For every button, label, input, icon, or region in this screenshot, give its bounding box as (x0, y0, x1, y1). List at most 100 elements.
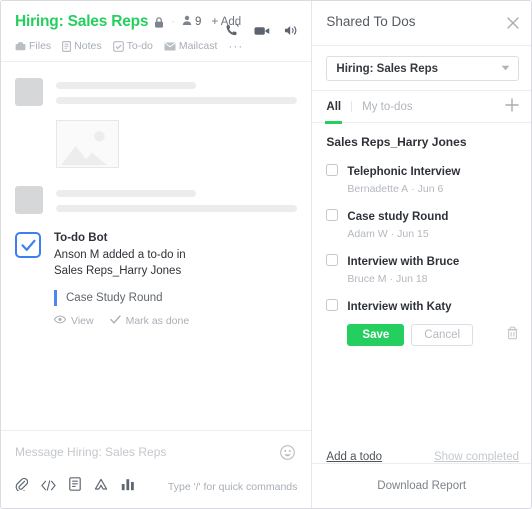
chat-message-list: To-do Bot Anson M added a to-do in Sales… (1, 62, 311, 430)
todo-meta: Bruce M · Jun 18 (347, 273, 519, 285)
list-item[interactable]: Telephonic Interview Bernadette A · Jun 6 (326, 162, 519, 195)
todo-checkbox[interactable] (326, 164, 339, 176)
skeleton-line (56, 205, 298, 212)
code-icon[interactable] (41, 478, 56, 496)
mark-as-done-label: Mark as done (125, 315, 190, 327)
skeleton-lines (56, 186, 298, 214)
todo-panel-header: Shared To Dos (312, 1, 531, 46)
todo-label[interactable]: Interview with Katy (347, 301, 451, 313)
check-icon (109, 315, 121, 327)
shared-todos-panel: Shared To Dos Hiring: Sales Reps All My … (312, 1, 531, 508)
skeleton-image-placeholder (56, 120, 119, 168)
tab-all[interactable]: All (325, 91, 342, 124)
list-item[interactable]: Interview with Bruce Bruce M · Jun 18 (326, 252, 519, 285)
lock-icon (154, 16, 164, 28)
video-icon[interactable] (254, 24, 270, 42)
chevron-down-icon (501, 64, 510, 73)
chat-panel: Hiring: Sales Reps · 9 + Add Files Notes… (1, 1, 313, 508)
list-item-editing[interactable]: Interview with Katy Save Cancel (326, 297, 519, 346)
composer-tools (15, 477, 135, 496)
todo-checkbox[interactable] (326, 254, 339, 266)
drive-icon[interactable] (94, 478, 108, 496)
smiley-icon[interactable] (280, 445, 296, 465)
call-icon[interactable] (225, 23, 240, 43)
todo-label: Interview with Bruce (347, 256, 460, 268)
checkbox-checked-icon (15, 232, 41, 258)
todo-label: Telephonic Interview (347, 166, 461, 178)
bot-name: To-do Bot (54, 232, 108, 244)
tab-divider (351, 101, 353, 112)
list-item[interactable]: Case study Round Adam W · Jun 15 (326, 207, 519, 240)
todo-panel-title: Shared To Dos (326, 14, 416, 29)
project-select-value: Hiring: Sales Reps (336, 62, 439, 75)
bot-message: To-do Bot Anson M added a to-do in Sales… (15, 228, 297, 327)
chat-header: Hiring: Sales Reps · 9 + Add Files Notes… (1, 1, 312, 62)
app-window: Hiring: Sales Reps · 9 + Add Files Notes… (0, 0, 532, 509)
download-report-bar[interactable]: Download Report (312, 463, 531, 508)
todo-text: Interview with Bruce Bruce M · Jun 18 (347, 252, 519, 285)
subnav-label: Notes (74, 40, 102, 52)
project-select[interactable]: Hiring: Sales Reps (326, 56, 519, 81)
todo-meta: Bernadette A · Jun 6 (347, 183, 519, 195)
save-button[interactable]: Save (347, 324, 405, 346)
bot-quoted-todo: Case Study Round (54, 290, 297, 306)
skeleton-line (56, 97, 298, 104)
member-count: 9 (195, 16, 202, 28)
meta-dot: · (411, 183, 415, 195)
todo-label: Case study Round (347, 211, 449, 223)
todo-checkbox[interactable] (326, 299, 339, 311)
todo-tabs: All My to-dos (312, 91, 531, 124)
add-a-todo-button[interactable]: Add a todo (326, 451, 382, 463)
mark-as-done-button[interactable]: Mark as done (109, 315, 190, 327)
skeleton-message (15, 78, 298, 106)
member-count-group[interactable]: 9 (182, 13, 201, 31)
todo-group-title: Sales Reps_Harry Jones (326, 135, 467, 149)
tab-my-todos[interactable]: My to-dos (362, 91, 413, 123)
plus-icon[interactable] (505, 98, 519, 115)
quick-commands-hint: Type '/' for quick commands (167, 480, 298, 493)
skeleton-line (56, 190, 197, 197)
skeleton-message (15, 186, 298, 214)
cancel-button[interactable]: Cancel (411, 324, 474, 346)
message-input[interactable]: Message Hiring: Sales Reps (15, 445, 297, 459)
todo-list-footer: Add a todo Show completed (312, 443, 531, 463)
todo-edit-actions: Save Cancel (347, 324, 519, 346)
bot-actions: View Mark as done (54, 315, 297, 327)
close-icon[interactable] (507, 14, 519, 33)
page-title: Hiring: Sales Reps (15, 13, 149, 30)
files-icon (15, 41, 26, 51)
subnav-item-todo[interactable]: To-do (112, 40, 153, 52)
todo-text: Interview with Katy Save Cancel (347, 297, 519, 346)
todo-text: Telephonic Interview Bernadette A · Jun 6 (347, 162, 519, 195)
project-select-wrap: Hiring: Sales Reps (312, 46, 531, 91)
download-report-label: Download Report (377, 480, 467, 492)
eye-icon (54, 315, 66, 327)
speaker-icon[interactable] (284, 24, 299, 42)
view-label: View (71, 315, 94, 327)
trash-icon[interactable] (506, 326, 519, 345)
attachment-icon[interactable] (15, 477, 29, 496)
bot-message-row: To-do Bot Anson M added a to-do in Sales… (15, 232, 297, 327)
bot-text-line-1: Anson M added a to-do in (54, 249, 186, 261)
todo-date: Jun 18 (396, 273, 428, 285)
view-button[interactable]: View (54, 315, 94, 327)
show-completed-button[interactable]: Show completed (434, 451, 519, 463)
subnav-item-files[interactable]: Files (15, 40, 51, 52)
skeleton-line (56, 82, 197, 89)
subnav-item-mailcast[interactable]: Mailcast (164, 40, 217, 52)
header-actions (225, 23, 299, 43)
image-placeholder-icon (61, 131, 108, 166)
bot-text-line-2: Sales Reps_Harry Jones (54, 265, 182, 277)
document-icon[interactable] (69, 477, 81, 496)
composer-toolbar: Type '/' for quick commands (15, 477, 297, 496)
subnav-label: Files (29, 40, 52, 52)
subnav-label: To-do (126, 40, 153, 52)
todo-checkbox[interactable] (326, 209, 339, 221)
title-separator: · (171, 16, 176, 28)
chart-icon[interactable] (121, 478, 135, 496)
message-composer: Message Hiring: Sales Reps Type '/' for … (1, 430, 312, 508)
person-icon (182, 13, 192, 31)
notes-icon (62, 40, 72, 52)
todo-text: Case study Round Adam W · Jun 15 (347, 207, 519, 240)
subnav-item-notes[interactable]: Notes (62, 40, 102, 52)
